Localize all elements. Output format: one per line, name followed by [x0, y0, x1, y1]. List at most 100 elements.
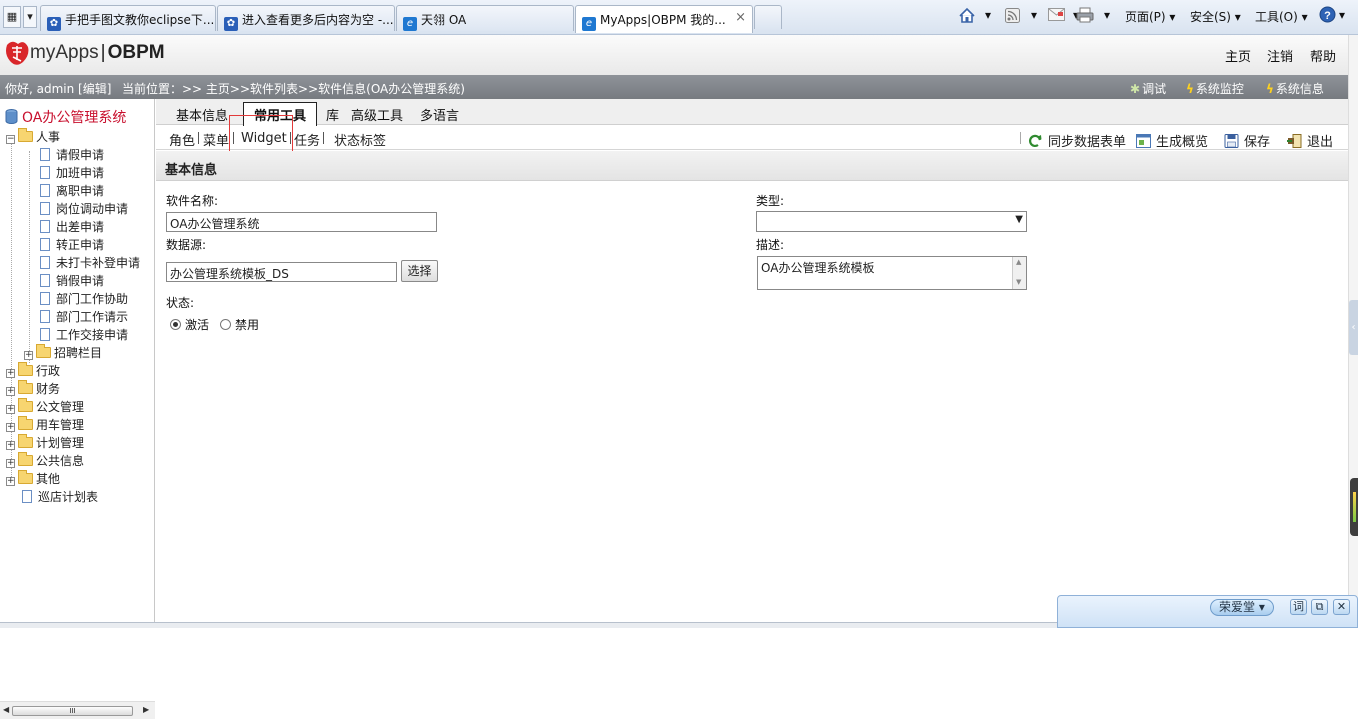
- tree-item-store-plan[interactable]: 巡店计划表: [22, 488, 98, 506]
- tree-group[interactable]: + 公共信息: [6, 452, 84, 470]
- scroll-left-icon[interactable]: ◀: [3, 705, 9, 714]
- section-header: 基本信息: [156, 151, 1348, 181]
- browser-tab-2[interactable]: ✿ 进入查看更多后内容为空 -...: [217, 5, 395, 31]
- mail-icon[interactable]: [1048, 8, 1065, 22]
- tree-group[interactable]: + 计划管理: [6, 434, 84, 452]
- new-tab-button[interactable]: [754, 5, 782, 29]
- print-icon[interactable]: [1076, 7, 1094, 23]
- tree-item[interactable]: 加班申请: [40, 164, 104, 182]
- status-disabled-option[interactable]: 禁用: [220, 316, 259, 333]
- expand-icon[interactable]: +: [6, 369, 15, 378]
- subtab-role[interactable]: 角色: [169, 130, 195, 149]
- tree-item[interactable]: 销假申请: [40, 272, 104, 290]
- expand-icon[interactable]: +: [6, 423, 15, 432]
- quick-tabs-icon[interactable]: ▦: [3, 6, 21, 28]
- expand-icon[interactable]: +: [6, 477, 15, 486]
- tree-item[interactable]: 离职申请: [40, 182, 104, 200]
- tree-item[interactable]: 部门工作请示: [40, 308, 128, 326]
- tree-group[interactable]: + 行政: [6, 362, 60, 380]
- tree-item[interactable]: 岗位调动申请: [40, 200, 128, 218]
- tree-group[interactable]: + 公文管理: [6, 398, 84, 416]
- logout-link[interactable]: 注销: [1267, 46, 1293, 65]
- tree-group[interactable]: + 用车管理: [6, 416, 84, 434]
- tab-basic-info[interactable]: 基本信息: [176, 105, 228, 124]
- debug-button[interactable]: ✱ 调试: [1130, 80, 1166, 97]
- document-icon: [40, 310, 50, 323]
- tree-folder-recruit[interactable]: + 招聘栏目: [24, 344, 102, 362]
- side-panel-toggle[interactable]: ‹: [1349, 300, 1358, 355]
- page-menu[interactable]: 页面(P) ▾: [1125, 8, 1175, 25]
- exit-button[interactable]: 退出: [1287, 131, 1333, 150]
- restore-icon[interactable]: ⧉: [1311, 599, 1328, 615]
- word-button[interactable]: 词: [1290, 599, 1307, 615]
- sync-form-button[interactable]: 同步数据表单: [1028, 131, 1126, 150]
- browser-tab-active[interactable]: e MyApps|OBPM 我的... ×: [575, 5, 753, 33]
- tree-item[interactable]: 请假申请: [40, 146, 104, 164]
- generate-overview-button[interactable]: 生成概览: [1136, 131, 1208, 150]
- tree-item[interactable]: 部门工作协助: [40, 290, 128, 308]
- status-active-option[interactable]: 激活: [170, 316, 209, 333]
- scroll-thumb[interactable]: III: [12, 706, 133, 716]
- expand-icon[interactable]: +: [6, 405, 15, 414]
- radio-active[interactable]: [170, 319, 181, 330]
- tree-group[interactable]: + 其他: [6, 470, 60, 488]
- home-dropdown-icon[interactable]: ▾: [985, 8, 991, 22]
- tab-languages[interactable]: 多语言: [420, 105, 459, 124]
- save-button[interactable]: 保存: [1224, 131, 1270, 150]
- help-icon[interactable]: ?: [1319, 6, 1336, 23]
- radio-disabled[interactable]: [220, 319, 231, 330]
- logo-bold-text: OBPM: [107, 42, 165, 63]
- data-source-input[interactable]: 办公管理系统模板_DS: [166, 262, 397, 282]
- print-dropdown-icon[interactable]: ▾: [1104, 8, 1110, 22]
- home-icon[interactable]: [958, 7, 976, 24]
- scroll-up-icon[interactable]: ▲: [1016, 258, 1021, 266]
- tools-menu[interactable]: 工具(O) ▾: [1255, 8, 1308, 25]
- software-name-input[interactable]: OA办公管理系统: [166, 212, 437, 232]
- tree-group-hr[interactable]: − 人事: [6, 128, 60, 146]
- subtab-status-label[interactable]: 状态标签: [334, 130, 386, 149]
- expand-icon[interactable]: +: [24, 351, 33, 360]
- help-link[interactable]: 帮助: [1310, 46, 1336, 65]
- tree-item[interactable]: 未打卡补登申请: [40, 254, 140, 272]
- browser-tab-3[interactable]: e 天翎 OA: [396, 5, 574, 31]
- expand-icon[interactable]: +: [6, 387, 15, 396]
- expand-icon[interactable]: +: [6, 441, 15, 450]
- type-select[interactable]: ▼: [756, 211, 1027, 232]
- choose-button[interactable]: 选择: [401, 260, 438, 282]
- tree-folder-label: 招聘栏目: [54, 346, 103, 360]
- section-title: 基本信息: [165, 163, 218, 178]
- tab-list-dropdown-icon[interactable]: ▾: [23, 6, 37, 28]
- tree-item[interactable]: 工作交接申请: [40, 326, 128, 344]
- save-label: 保存: [1244, 135, 1271, 150]
- tree-group[interactable]: + 财务: [6, 380, 60, 398]
- tab-advanced-tools[interactable]: 高级工具: [351, 105, 403, 124]
- help-dropdown-icon[interactable]: ▾: [1339, 8, 1345, 22]
- rss-feed-icon[interactable]: [1005, 8, 1021, 23]
- subtab-menu[interactable]: 菜单: [203, 130, 229, 149]
- scroll-right-icon[interactable]: ▶: [143, 705, 149, 714]
- horizontal-scrollbar[interactable]: ◀ III ▶: [0, 701, 155, 719]
- folder-icon: [18, 470, 33, 484]
- browser-tab-1[interactable]: ✿ 手把手图文教你eclipse下...: [40, 5, 216, 31]
- close-icon[interactable]: ✕: [1333, 599, 1350, 615]
- home-link[interactable]: 主页: [1225, 46, 1251, 65]
- textarea-scrollbar[interactable]: ▲ ▼: [1012, 257, 1026, 289]
- tree-item[interactable]: 转正申请: [40, 236, 104, 254]
- feed-dropdown-icon[interactable]: ▾: [1031, 8, 1037, 22]
- tree-root[interactable]: OA办公管理系统: [5, 109, 126, 127]
- system-info-button[interactable]: ϟ 系统信息: [1266, 80, 1324, 97]
- description-textarea[interactable]: OA办公管理系统模板 ▲ ▼: [757, 256, 1027, 290]
- subtab-task[interactable]: 任务: [294, 130, 320, 149]
- side-grip-handle[interactable]: [1350, 478, 1358, 536]
- tree-item[interactable]: 出差申请: [40, 218, 104, 236]
- system-monitor-button[interactable]: ϟ 系统监控: [1186, 80, 1244, 97]
- scroll-down-icon[interactable]: ▼: [1016, 278, 1021, 286]
- tab-library[interactable]: 库: [326, 105, 339, 124]
- dictionary-name-button[interactable]: 荣爱堂 ▾: [1210, 599, 1274, 616]
- collapse-icon[interactable]: −: [6, 135, 15, 144]
- close-tab-icon[interactable]: ×: [735, 10, 746, 25]
- user-greeting[interactable]: 你好, admin [编辑]: [5, 80, 111, 97]
- safety-menu[interactable]: 安全(S) ▾: [1190, 8, 1241, 25]
- document-icon: [40, 274, 50, 287]
- expand-icon[interactable]: +: [6, 459, 15, 468]
